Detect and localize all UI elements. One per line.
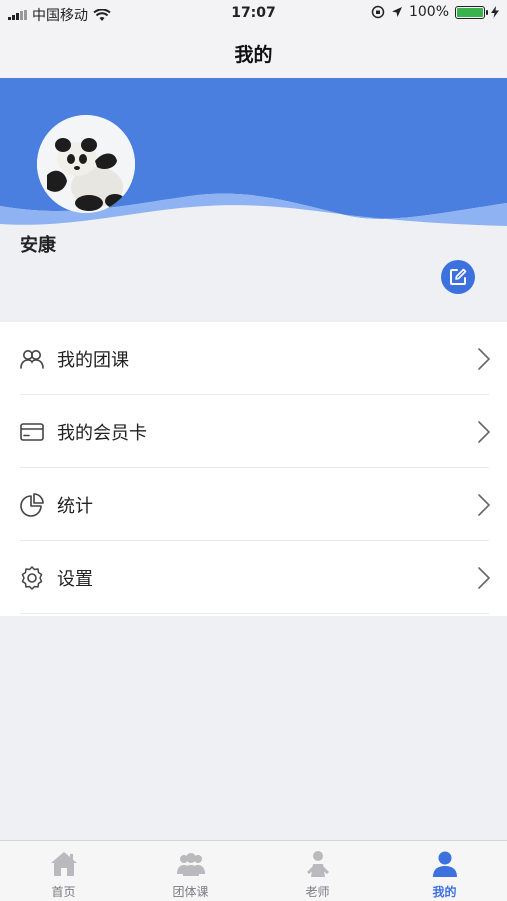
teacher-icon — [306, 851, 329, 877]
tab-label: 老师 — [305, 885, 330, 899]
edit-icon — [450, 268, 467, 285]
gear-icon — [21, 565, 43, 590]
menu-item-statistics[interactable]: 统计 — [0, 468, 507, 541]
member-card-icon — [20, 422, 44, 441]
page-title: 我的 — [234, 43, 273, 66]
person-icon — [432, 851, 457, 877]
chevron-right-icon — [478, 420, 491, 443]
avatar[interactable] — [37, 115, 135, 213]
orientation-lock-icon — [371, 5, 385, 19]
battery-icon — [455, 5, 488, 19]
chevron-right-icon — [478, 493, 491, 516]
tab-label: 团体课 — [172, 885, 209, 899]
nav-bar: 我的 — [0, 28, 507, 78]
tab-mine[interactable]: 我的 — [381, 841, 507, 901]
charging-icon — [491, 6, 499, 18]
panda-avatar-image — [37, 115, 135, 213]
menu-list: 我的团课 我的会员卡 统计 设置 — [0, 322, 507, 616]
divider — [20, 613, 489, 614]
group-class-icon — [20, 349, 44, 369]
profile-header: 安康 — [0, 78, 507, 322]
edit-profile-button[interactable] — [441, 260, 475, 294]
chevron-right-icon — [478, 347, 491, 370]
chevron-right-icon — [478, 566, 491, 589]
pie-chart-icon — [20, 492, 44, 517]
tab-bar: 首页 团体课 老师 我的 — [0, 840, 507, 901]
tab-label: 首页 — [51, 885, 76, 899]
status-right: 100% — [371, 4, 499, 20]
username: 安康 — [20, 235, 56, 256]
home-icon — [50, 852, 77, 876]
location-icon — [391, 7, 402, 17]
status-bar: 中国移动 17:07 100% — [0, 0, 507, 28]
menu-item-group-class[interactable]: 我的团课 — [0, 322, 507, 395]
tab-home[interactable]: 首页 — [0, 841, 127, 901]
tab-teacher[interactable]: 老师 — [254, 841, 381, 901]
menu-item-label: 我的会员卡 — [57, 422, 147, 444]
group-icon — [176, 853, 205, 876]
menu-item-settings[interactable]: 设置 — [0, 541, 507, 614]
menu-item-label: 统计 — [57, 495, 93, 517]
battery-percent: 100% — [408, 4, 449, 20]
menu-item-label: 设置 — [57, 568, 93, 590]
tab-label: 我的 — [432, 885, 457, 899]
menu-item-member-card[interactable]: 我的会员卡 — [0, 395, 507, 468]
menu-item-label: 我的团课 — [57, 349, 129, 371]
tab-group-class[interactable]: 团体课 — [127, 841, 254, 901]
